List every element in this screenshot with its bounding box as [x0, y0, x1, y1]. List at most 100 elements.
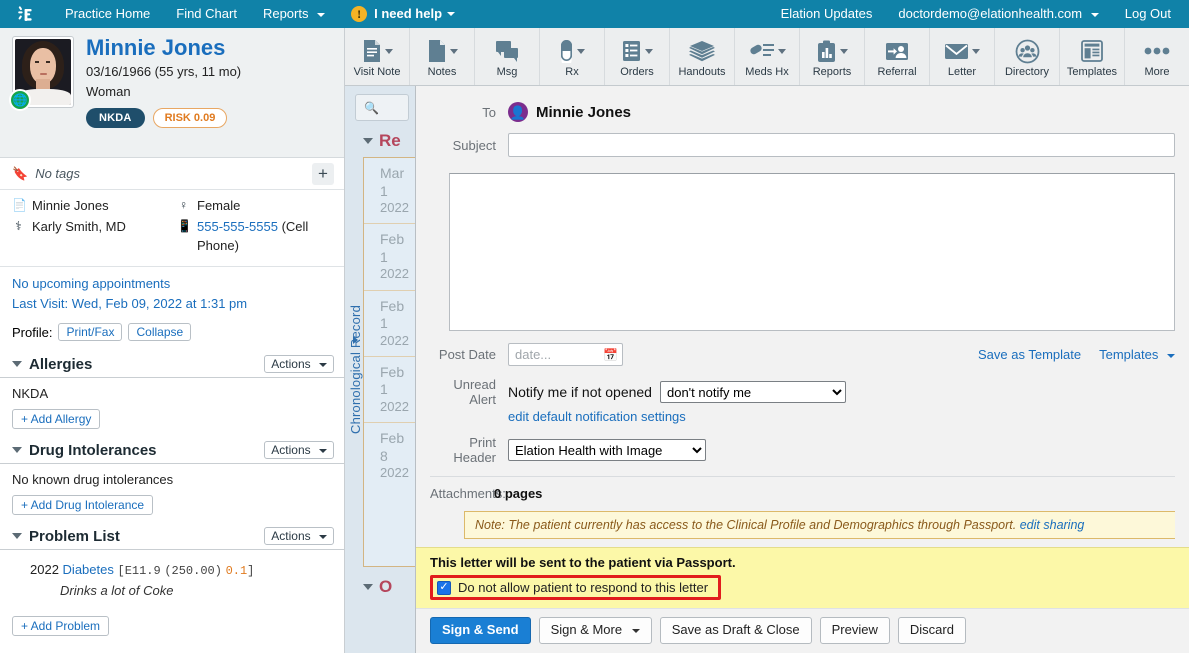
- profile-label: Profile:: [12, 324, 53, 340]
- toolbar-button-templates[interactable]: Templates: [1060, 28, 1125, 85]
- meds-history-icon: [749, 44, 774, 56]
- subject-label: Subject: [452, 137, 496, 153]
- print-header-label: Print Header: [453, 435, 496, 466]
- collapse-triangle-icon[interactable]: [363, 584, 373, 590]
- chrono-footer-title: O: [379, 577, 393, 596]
- print-header-select[interactable]: Elation Health with Image: [508, 439, 706, 462]
- info-provider-value: Karly Smith, MD: [32, 218, 126, 234]
- upcoming-appointments-link[interactable]: No upcoming appointments: [12, 274, 332, 295]
- do-not-allow-respond-label[interactable]: Do not allow patient to respond to this …: [458, 580, 708, 595]
- patient-sidebar: 🌐 Minnie Jones 03/16/1966 (55 yrs, 11 mo…: [0, 28, 345, 653]
- toolbar-button-meds-hx[interactable]: Meds Hx: [735, 28, 800, 85]
- save-as-template-link[interactable]: Save as Template: [978, 347, 1081, 362]
- last-visit-link[interactable]: Last Visit: Wed, Feb 09, 2022 at 1:31 pm: [12, 294, 332, 315]
- problem-bracket-close: ]: [247, 564, 255, 579]
- page-title[interactable]: Minnie Jones: [86, 36, 241, 59]
- calendar-icon[interactable]: 📅: [603, 348, 618, 362]
- toolbar-button-referral[interactable]: Referral: [865, 28, 930, 85]
- post-date-input[interactable]: date... 📅: [508, 343, 623, 367]
- toolbar-button-msg[interactable]: Msg: [475, 28, 540, 85]
- do-not-allow-respond-checkbox[interactable]: ✓: [437, 580, 451, 595]
- toolbar-button-more[interactable]: More: [1125, 28, 1189, 85]
- phone-number-link[interactable]: 555-555-5555: [197, 219, 278, 234]
- toolbar-button-letter[interactable]: Letter: [930, 28, 995, 85]
- to-recipient-name[interactable]: Minnie Jones: [536, 104, 631, 121]
- status-badge-nkda[interactable]: NKDA: [86, 108, 145, 129]
- collapse-button[interactable]: Collapse: [128, 323, 192, 342]
- collapse-triangle-icon[interactable]: [12, 533, 22, 540]
- add-drug-intolerance-button[interactable]: + Add Drug Intolerance: [12, 495, 154, 516]
- save-as-draft-close-button[interactable]: Save as Draft & Close: [659, 617, 812, 644]
- pill-icon: [560, 39, 572, 63]
- list-item[interactable]: Feb 1 2022: [364, 357, 415, 423]
- preview-button[interactable]: Preview: [819, 617, 890, 644]
- collapse-triangle-icon[interactable]: [363, 138, 373, 144]
- problem-name-link[interactable]: Diabetes: [63, 562, 114, 577]
- toolbar-button-rx[interactable]: Rx: [540, 28, 605, 85]
- toolbar-button-notes[interactable]: Notes: [410, 28, 475, 85]
- mobile-phone-icon: 📱: [177, 218, 192, 233]
- avatar[interactable]: 🌐: [9, 36, 74, 111]
- chevron-down-icon: [1167, 353, 1175, 358]
- chrono-entry-month: Feb 1: [380, 231, 405, 265]
- chevron-down-icon: [319, 362, 327, 367]
- letter-body-editor[interactable]: [449, 173, 1175, 332]
- add-tag-button[interactable]: +: [312, 162, 334, 185]
- edit-notification-row: edit default notification settings: [430, 409, 1175, 424]
- toolbar-button-reports[interactable]: Reports: [800, 28, 865, 85]
- problem-list-actions-button[interactable]: Actions: [264, 527, 334, 546]
- edit-sharing-link[interactable]: edit sharing: [1020, 518, 1085, 532]
- subject-input[interactable]: [508, 133, 1175, 157]
- toolbar-button-orders[interactable]: Orders: [605, 28, 670, 85]
- drug-intolerances-value: No known drug intolerances: [12, 472, 174, 488]
- list-item[interactable]: Feb 8 2022: [364, 423, 415, 488]
- referral-person-icon: [886, 42, 908, 60]
- chrono-section-title: Re: [379, 131, 401, 150]
- search-input[interactable]: 🔍: [355, 94, 409, 121]
- edit-notification-settings-link[interactable]: edit default notification settings: [508, 409, 686, 424]
- chronological-record-panel: 🔍 Re Mar 1 2022 Feb 1 2022 Feb 1 2022 Fe…: [345, 86, 415, 653]
- expand-arrow-icon[interactable]: [353, 336, 358, 344]
- print-fax-button[interactable]: Print/Fax: [58, 323, 123, 342]
- account-email-label: doctordemo@elationhealth.com: [898, 6, 1083, 21]
- drug-intolerances-actions-button[interactable]: Actions: [264, 441, 334, 460]
- list-item[interactable]: Mar 1 2022: [364, 158, 415, 225]
- toolbar-button-handouts[interactable]: Handouts: [670, 28, 735, 85]
- notify-text: Notify me if not opened: [508, 384, 652, 401]
- collapse-triangle-icon[interactable]: [12, 447, 22, 454]
- nav-item-account-email[interactable]: doctordemo@elationhealth.com: [885, 0, 1111, 28]
- add-problem-button[interactable]: + Add Problem: [12, 616, 110, 637]
- nav-item-log-out[interactable]: Log Out: [1112, 0, 1189, 28]
- nav-item-find-chart[interactable]: Find Chart: [163, 0, 250, 28]
- toolbar-label-letter: Letter: [947, 66, 977, 78]
- notify-select[interactable]: don't notify me: [659, 381, 846, 404]
- nav-item-reports[interactable]: Reports: [250, 0, 338, 28]
- elation-logo-icon[interactable]: [0, 4, 52, 24]
- sign-and-send-button[interactable]: Sign & Send: [430, 617, 531, 644]
- info-row-phone: 📱 555-555-5555 (Cell Phone): [177, 218, 334, 256]
- collapse-triangle-icon[interactable]: [12, 361, 22, 368]
- nav-item-i-need-help[interactable]: ! I need help: [338, 0, 468, 28]
- passport-banner: This letter will be sent to the patient …: [416, 547, 1189, 609]
- chevron-down-icon: [319, 448, 327, 453]
- directory-people-icon: [1015, 39, 1039, 63]
- status-badge-risk[interactable]: RISK 0.09: [152, 108, 228, 129]
- toolbar-label-reports: Reports: [812, 66, 852, 78]
- templates-dropdown-link[interactable]: Templates: [1099, 347, 1175, 362]
- toolbar-button-directory[interactable]: Directory: [995, 28, 1060, 85]
- list-item[interactable]: Feb 1 2022: [364, 291, 415, 357]
- nav-item-practice-home[interactable]: Practice Home: [52, 0, 163, 28]
- info-column-left: 📄 Minnie Jones ⚕ Karly Smith, MD: [12, 197, 169, 258]
- problem-note: Drinks a lot of Coke: [60, 583, 174, 599]
- templates-layout-icon: [1081, 40, 1103, 62]
- chronological-record-tab[interactable]: Chronological Record: [347, 86, 363, 653]
- list-item[interactable]: Feb 1 2022: [364, 224, 415, 291]
- sign-and-more-button[interactable]: Sign & More: [538, 617, 652, 644]
- toolbar-button-visit-note[interactable]: Visit Note: [345, 28, 410, 85]
- discard-button[interactable]: Discard: [897, 617, 966, 644]
- list-item: 2022 Diabetes [E11.9 (250.00) 0.1]: [12, 560, 332, 580]
- add-allergy-button[interactable]: + Add Allergy: [12, 409, 101, 430]
- subject-field-row: Subject: [430, 133, 1175, 157]
- allergies-actions-button[interactable]: Actions: [264, 355, 334, 374]
- nav-item-elation-updates[interactable]: Elation Updates: [768, 0, 886, 28]
